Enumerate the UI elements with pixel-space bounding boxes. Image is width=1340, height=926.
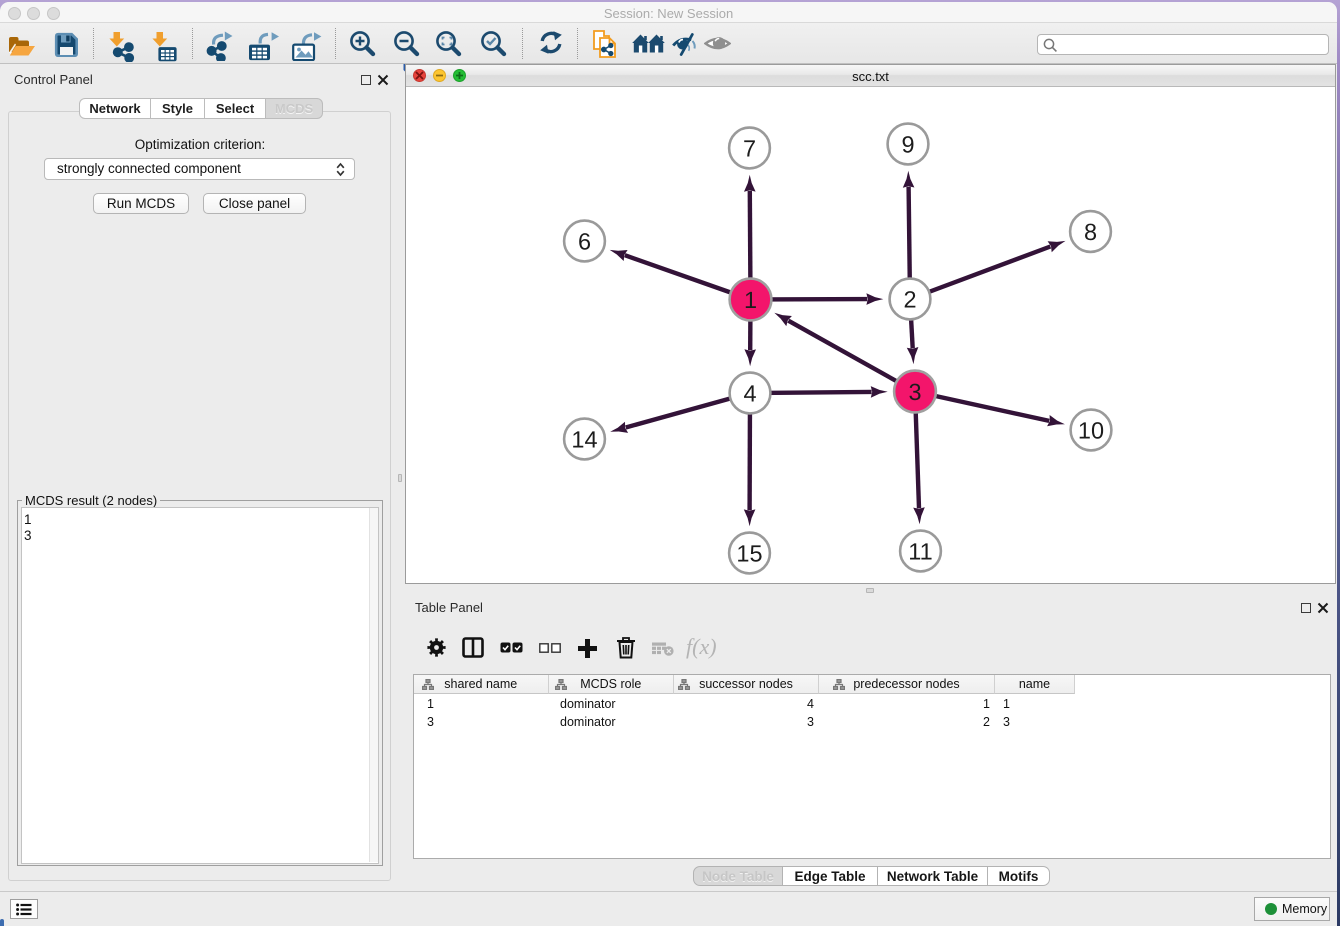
svg-text:8: 8 [1084,219,1097,245]
svg-text:7: 7 [743,136,756,162]
svg-text:1: 1 [744,287,757,313]
svg-text:10: 10 [1078,418,1104,444]
svg-text:2: 2 [903,287,916,313]
svg-text:4: 4 [743,381,756,407]
svg-text:9: 9 [901,132,914,158]
svg-text:14: 14 [571,427,597,453]
svg-text:6: 6 [578,229,591,255]
svg-text:15: 15 [736,541,762,567]
svg-text:11: 11 [908,539,932,565]
svg-text:3: 3 [908,379,921,405]
